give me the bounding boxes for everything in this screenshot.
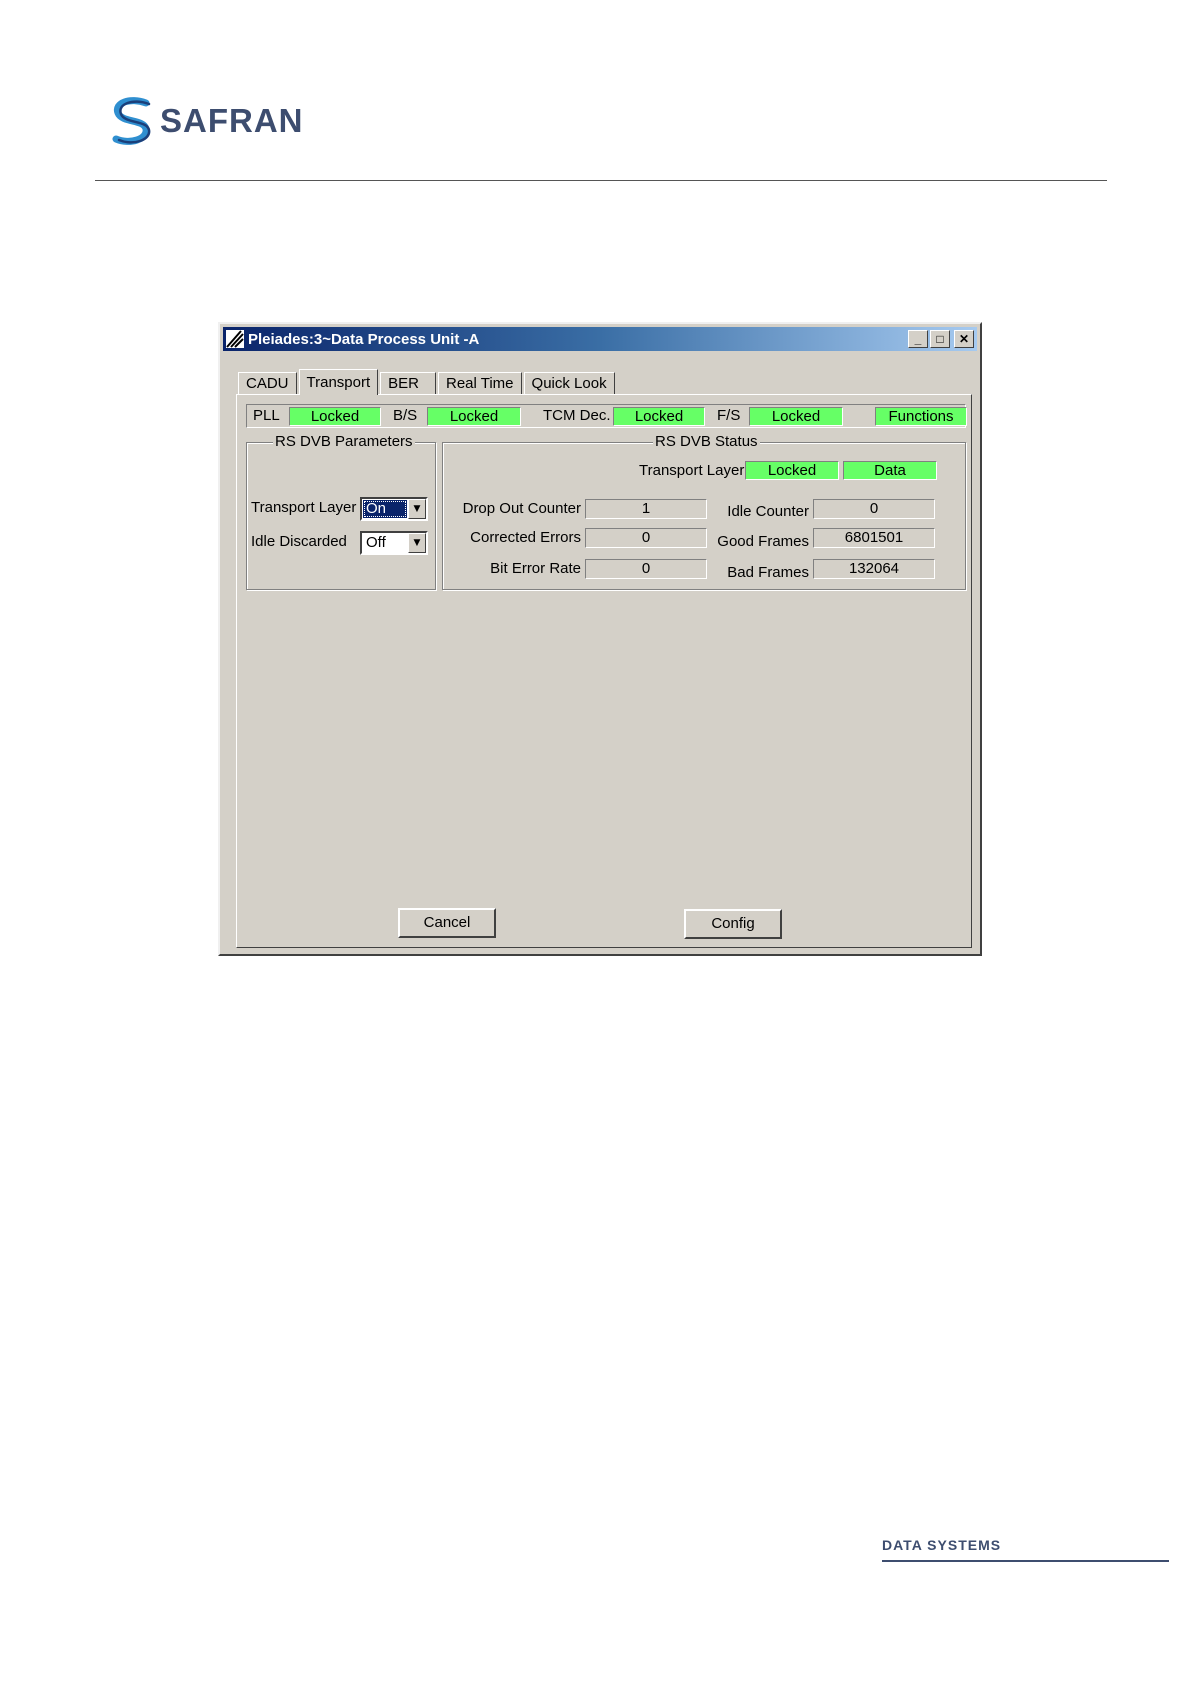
idle-discarded-select-value: Off (366, 534, 386, 551)
minimize-button[interactable]: _ (908, 330, 928, 348)
tab-cadu[interactable]: CADU (238, 372, 297, 394)
transport-layer-status-label: Transport Layer (639, 462, 745, 479)
tab-bar: CADU Transport BER Real Time Quick Look (238, 368, 617, 395)
corrected-errors-value: 0 (585, 528, 707, 548)
safran-logo: SAFRAN (110, 96, 304, 146)
transport-layer-select-value: On (363, 500, 407, 518)
bs-status-indicator: Locked (427, 407, 521, 426)
rs-dvb-parameters-title: RS DVB Parameters (273, 433, 415, 450)
bad-frames-value: 132064 (813, 559, 935, 579)
tab-transport[interactable]: Transport (298, 369, 379, 395)
drop-out-counter-label: Drop Out Counter (462, 500, 581, 517)
footer-brand-text: DATA SYSTEMS (882, 1537, 1002, 1553)
bit-error-rate-label: Bit Error Rate (490, 560, 581, 577)
corrected-errors-label: Corrected Errors (470, 529, 581, 546)
maximize-button[interactable]: □ (930, 330, 950, 348)
idle-counter-value: 0 (813, 499, 935, 519)
data-process-unit-window: Pleiades:3~Data Process Unit -A _ □ ✕ CA… (218, 322, 982, 956)
fs-status-indicator: Locked (749, 407, 843, 426)
good-frames-label: Good Frames (717, 533, 809, 550)
drop-out-counter-value: 1 (585, 499, 707, 519)
transport-layer-select[interactable]: On ▼ (360, 497, 428, 521)
maximize-icon: □ (936, 332, 944, 346)
idle-counter-label: Idle Counter (727, 503, 809, 520)
tcm-dec-label: TCM Dec. (543, 407, 611, 424)
rs-dvb-status-title: RS DVB Status (653, 433, 760, 450)
minimize-icon: _ (914, 332, 922, 346)
close-button[interactable]: ✕ (954, 330, 974, 348)
tab-quick-look[interactable]: Quick Look (523, 372, 615, 394)
app-icon (226, 330, 244, 348)
rs-dvb-parameters-group: RS DVB Parameters Transport Layer On ▼ I… (246, 433, 436, 590)
config-button[interactable]: Config (684, 909, 782, 939)
close-icon: ✕ (958, 332, 970, 346)
cancel-button[interactable]: Cancel (398, 908, 496, 938)
idle-discarded-select[interactable]: Off ▼ (360, 531, 428, 555)
transport-layer-data-indicator: Data (843, 461, 937, 480)
header-divider (95, 180, 1107, 181)
tcm-dec-status-indicator: Locked (613, 407, 705, 426)
lock-status-strip: PLL Locked B/S Locked TCM Dec. Locked F/… (246, 404, 967, 428)
logo-text: SAFRAN (160, 102, 304, 139)
window-titlebar[interactable]: Pleiades:3~Data Process Unit -A _ □ ✕ (223, 327, 977, 351)
good-frames-value: 6801501 (813, 528, 935, 548)
window-title: Pleiades:3~Data Process Unit -A (248, 330, 480, 348)
bit-error-rate-value: 0 (585, 559, 707, 579)
transport-layer-locked-indicator: Locked (745, 461, 839, 480)
chevron-down-icon[interactable]: ▼ (408, 499, 426, 519)
pll-status-indicator: Locked (289, 407, 381, 426)
pll-label: PLL (253, 407, 280, 424)
footer-divider (882, 1560, 1169, 1562)
fs-label: F/S (717, 407, 741, 424)
bs-label: B/S (393, 407, 418, 424)
tab-ber[interactable]: BER (380, 372, 436, 394)
chevron-down-icon[interactable]: ▼ (408, 533, 426, 553)
bad-frames-label: Bad Frames (727, 564, 809, 581)
functions-indicator: Functions (875, 407, 967, 426)
tab-real-time[interactable]: Real Time (438, 372, 522, 394)
transport-layer-param-label: Transport Layer (251, 499, 357, 516)
safran-s-mark-icon (112, 97, 151, 145)
idle-discarded-label: Idle Discarded (251, 533, 347, 550)
rs-dvb-status-group: RS DVB Status Transport Layer Locked Dat… (442, 433, 966, 590)
